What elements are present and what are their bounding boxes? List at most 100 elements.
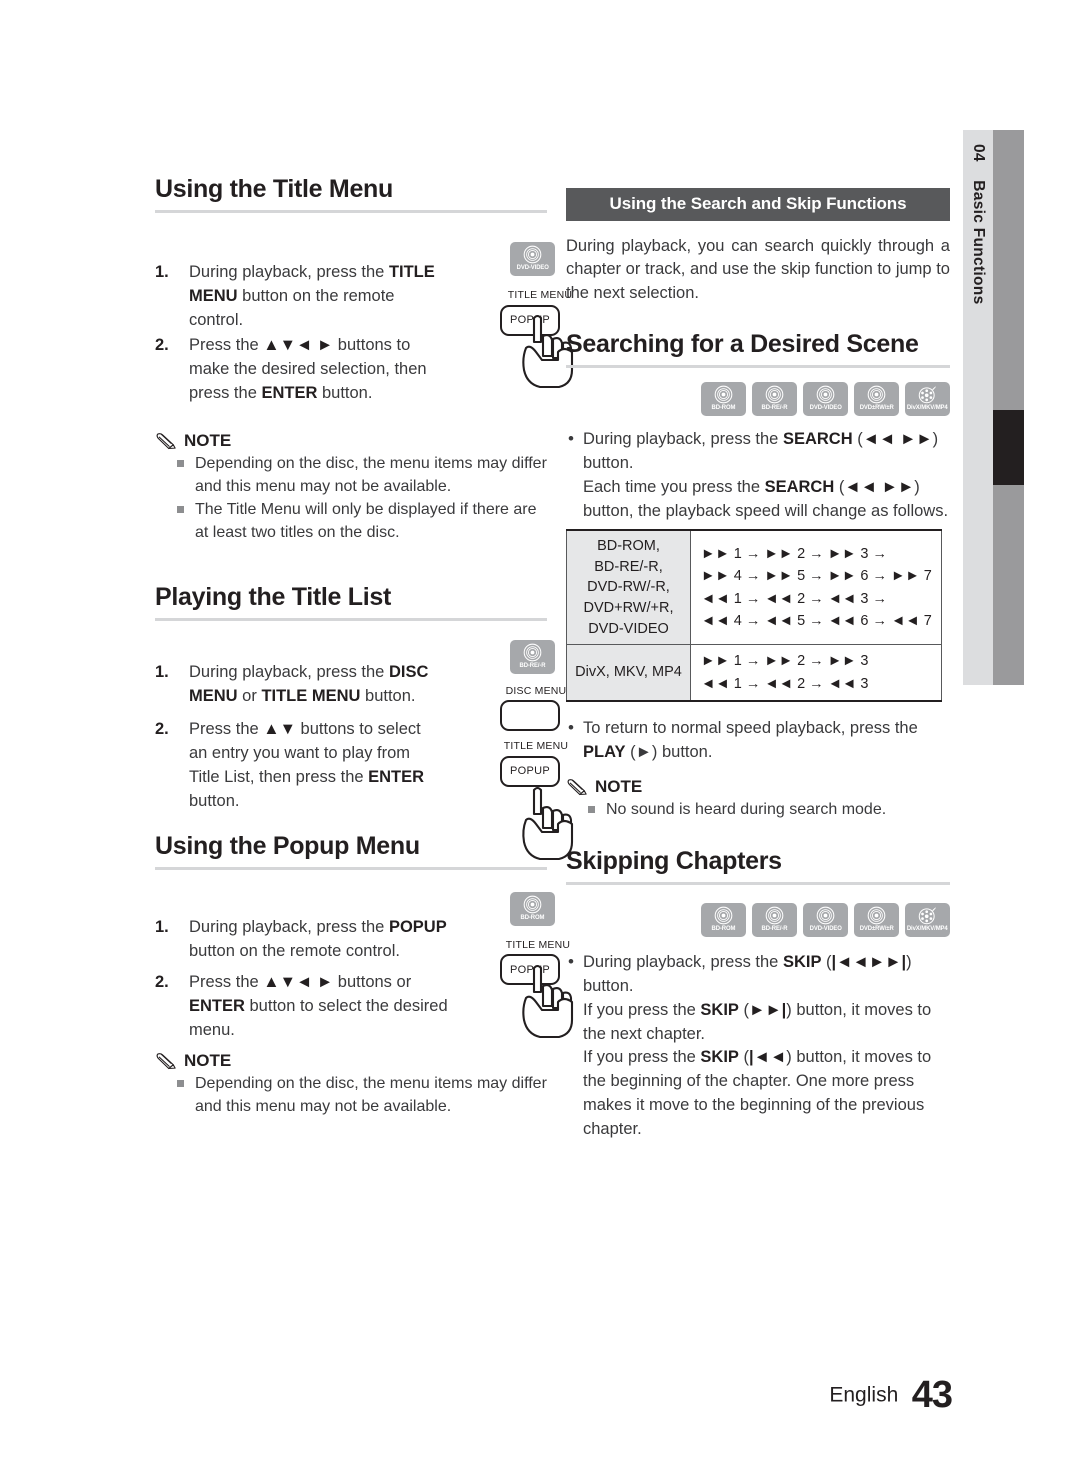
step-item: 2. Press the ▲▼ buttons to select an ent… — [155, 718, 443, 813]
note-item: No sound is heard during search mode. — [588, 799, 950, 822]
disc-badge: DVD-VIDEO — [510, 242, 555, 276]
disc-badge: DVD±RW/±R — [854, 903, 899, 938]
return-normal-speed: To return to normal speed playback, pres… — [566, 716, 950, 765]
disc-icon — [714, 385, 733, 404]
remote-key-disc-menu[interactable] — [500, 700, 560, 732]
skip-instructions: During playback, press the SKIP (|◄◄►►|)… — [566, 950, 950, 1141]
disc-icon — [714, 906, 733, 925]
table-row: BD-ROM, BD-RE/-R, DVD-RW/-R, DVD+RW/+R, … — [566, 529, 942, 646]
disc-icon — [523, 895, 542, 914]
pencil-icon — [156, 433, 176, 450]
disc-badge-label: DVD±RW/±R — [859, 925, 894, 933]
speed-sequence-cell: ►► 1 → ►► 2 → ►► 3 → ►► 4 → ►► 5 → ►► 6 … — [690, 529, 942, 646]
step-number: 1. — [155, 917, 169, 936]
bullet-item: During playback, press the SEARCH (◄◄ ►►… — [566, 427, 950, 523]
divx-badge: DivX/MKV/MP4 — [905, 903, 950, 938]
note-item: Depending on the disc, the menu items ma… — [177, 1073, 547, 1118]
step-number: 2. — [155, 336, 169, 355]
note-label: NOTE — [184, 431, 232, 450]
disc-icon — [816, 906, 835, 925]
disc-icon — [867, 385, 886, 404]
format-line: DVD-VIDEO — [588, 620, 669, 637]
format-line: DVD-RW/-R, — [587, 579, 670, 596]
disc-icon — [523, 245, 542, 264]
note-block: NOTE Depending on the disc, the menu ite… — [155, 431, 547, 545]
section-using-popup-menu: Using the Popup Menu BD-ROM TITLE MENU P… — [155, 832, 574, 1118]
step-item: 2. Press the ▲▼◄ ► buttons to make the d… — [155, 334, 435, 405]
disc-badge: BD-ROM — [510, 891, 555, 926]
step-text: During playback, press the POPUP button … — [189, 917, 447, 960]
remote-key-caption-disc: DISC MENU — [505, 684, 567, 697]
section-searching-scene: Searching for a Desired Scene BD-ROM BD-… — [566, 330, 950, 821]
popup-menu-steps: 1. During playback, press the POPUP butt… — [155, 870, 453, 1043]
film-reel-icon — [918, 907, 936, 925]
manual-page: 04 Basic Functions Using the Title Menu — [0, 0, 1080, 1479]
bullet-item: During playback, press the SKIP (|◄◄►►|)… — [566, 950, 950, 1141]
note-item: Depending on the disc, the menu items ma… — [177, 453, 547, 498]
disc-badge-label: BD-ROM — [520, 913, 545, 921]
disc-badge-label: BD-ROM — [711, 925, 736, 933]
format-line: BD-ROM, — [597, 538, 660, 555]
format-cell: BD-ROM, BD-RE/-R, DVD-RW/-R, DVD+RW/+R, … — [566, 529, 691, 646]
disc-badge: BD-RE/-R — [510, 639, 555, 674]
speed-line: ◄◄ 1 → ◄◄ 2 → ◄◄ 3 — [701, 675, 869, 692]
disc-badge-label: DVD-VIDEO — [809, 925, 842, 933]
chapter-number: 04 — [970, 144, 987, 162]
chapter-bar-gray — [993, 130, 1024, 685]
chapter-bar-marker — [993, 410, 1024, 485]
remote-key-popup[interactable]: POPUP — [500, 755, 560, 787]
pencil-icon — [567, 778, 587, 795]
disc-icon — [765, 906, 784, 925]
heading-playing-title-list: Playing the Title List — [155, 582, 392, 611]
step-text: Press the ▲▼ buttons to select an entry … — [189, 720, 425, 810]
pencil-icon — [156, 1052, 176, 1069]
format-line: BD-RE/-R, — [594, 558, 663, 575]
step-item: 1. During playback, press the POPUP butt… — [155, 916, 453, 964]
heading-rule — [566, 365, 950, 369]
section-skipping-chapters: Skipping Chapters BD-ROM BD-RE/-R DVD-VI… — [566, 847, 950, 1141]
note-items: Depending on the disc, the menu items ma… — [155, 1073, 547, 1118]
remote-key-caption-title: TITLE MENU — [503, 740, 569, 753]
popup-menu-art: BD-ROM TITLE MENU POPUP — [500, 891, 574, 1038]
speed-line: ►► 4 → ►► 5 → ►► 6 → ►► 7 — [701, 568, 932, 585]
disc-badge-label: DVD-VIDEO — [809, 404, 842, 412]
step-text: Press the ▲▼◄ ► buttons or ENTER button … — [189, 973, 448, 1039]
remote-key-label: POPUP — [509, 765, 550, 778]
step-number: 1. — [155, 263, 169, 281]
speed-sequence-cell: ►► 1 → ►► 2 → ►► 3 ◄◄ 1 → ◄◄ 2 → ◄◄ 3 — [690, 644, 942, 703]
step-number: 1. — [155, 662, 169, 681]
chapter-tab: 04 Basic Functions — [963, 130, 993, 685]
disc-icon — [765, 385, 784, 404]
note-label: NOTE — [184, 1050, 232, 1070]
right-column: Using the Search and Skip Functions Duri… — [566, 188, 950, 1141]
divx-badge-label: DivX/MKV/MP4 — [907, 925, 948, 933]
playback-speed-table: BD-ROM, BD-RE/-R, DVD-RW/-R, DVD+RW/+R, … — [566, 529, 942, 703]
title-list-art: BD-RE/-R DISC MENU TITLE MENU POPUP — [500, 639, 574, 860]
search-instructions: During playback, press the SEARCH (◄◄ ►►… — [566, 427, 950, 523]
format-line: DivX, MKV, MP4 — [575, 664, 682, 681]
chapter-name: Basic Functions — [970, 180, 987, 305]
note-item: The Title Menu will only be displayed if… — [177, 499, 547, 544]
step-item: 1. During playback, press the DISC MENU … — [155, 661, 443, 709]
heading-searching-scene: Searching for a Desired Scene — [566, 330, 919, 359]
format-cell: DivX, MKV, MP4 — [566, 644, 691, 703]
left-column: Using the Title Menu DVD-VIDEO TITLE MEN… — [155, 175, 574, 1119]
disc-badge: DVD-VIDEO — [803, 382, 848, 417]
format-line: DVD+RW/+R, — [583, 600, 674, 616]
note-heading: NOTE — [155, 1051, 547, 1071]
disc-icon — [816, 385, 835, 404]
title-menu-art: DVD-VIDEO TITLE MENU POPUP — [500, 242, 574, 389]
disc-badge: DVD±RW/±R — [854, 382, 899, 417]
disc-badge-label: BD-RE/-R — [761, 404, 788, 412]
page-footer: English 43 — [0, 1374, 1080, 1417]
section-playing-title-list: Playing the Title List BD-RE/-R DISC MEN… — [155, 582, 574, 860]
table-row: DivX, MKV, MP4 ►► 1 → ►► 2 → ►► 3 ◄◄ 1 →… — [566, 644, 942, 703]
section-using-title-menu: Using the Title Menu DVD-VIDEO TITLE MEN… — [155, 175, 574, 545]
supported-formats-row: BD-ROM BD-RE/-R DVD-VIDEO DVD±RW/±R DivX… — [566, 903, 950, 938]
speed-line: ►► 1 → ►► 2 → ►► 3 — [701, 653, 869, 670]
speed-line: ◄◄ 4 → ◄◄ 5 → ◄◄ 6 → ◄◄ 7 — [701, 613, 932, 630]
disc-badge: BD-ROM — [701, 903, 746, 938]
intro-paragraph: During playback, you can search quickly … — [566, 237, 950, 302]
film-reel-icon — [918, 386, 936, 404]
divx-badge: DivX/MKV/MP4 — [905, 382, 950, 417]
